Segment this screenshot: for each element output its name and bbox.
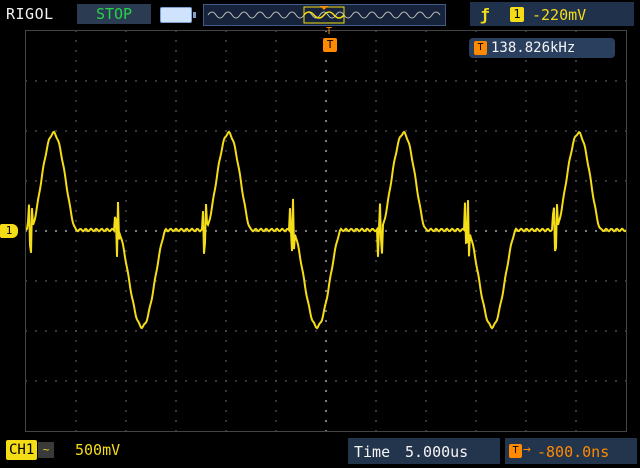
arrow-right-icon: → <box>523 442 531 457</box>
trigger-level-value: -220mV <box>532 6 587 24</box>
volts-per-div: 500mV <box>75 441 121 459</box>
trigger-source-badge: 1 <box>510 7 524 22</box>
bottom-status-bar: CH1 ~ 500mV Time 5.000us T → -800.0ns <box>0 436 640 468</box>
frequency-value: 138.826kHz <box>491 40 576 56</box>
battery-icon <box>160 7 196 23</box>
trigger-icon: T <box>474 41 487 55</box>
run-stop-status[interactable]: STOP <box>77 4 151 24</box>
trigger-offset-value: -800.0ns <box>537 443 610 461</box>
timebase-panel[interactable]: Time 5.000us <box>348 438 500 464</box>
frequency-readout: T 138.826kHz <box>469 38 615 58</box>
waveform-display[interactable] <box>25 30 627 432</box>
trigger-icon: T <box>323 38 337 52</box>
rising-edge-icon: ƒ <box>480 5 490 24</box>
top-status-bar: RIGOL STOP ƒ 1 -220mV <box>0 0 640 30</box>
channel1-label[interactable]: CH1 <box>6 440 38 460</box>
trigger-offset-panel[interactable]: T → -800.0ns <box>505 438 637 464</box>
trigger-settings-panel[interactable]: ƒ 1 -220mV <box>470 2 634 26</box>
waveform-preview-icon <box>207 6 441 24</box>
time-per-div: 5.000us <box>405 443 469 461</box>
trigger-position-marker[interactable]: T T <box>316 26 344 62</box>
trigger-icon: T <box>509 444 522 458</box>
memory-depth-bar[interactable] <box>203 4 446 26</box>
ac-coupling-icon: ~ <box>38 442 54 458</box>
channel1-ground-marker[interactable]: 1 <box>0 224 18 238</box>
time-label: Time <box>354 443 391 461</box>
trigger-position-letter: T <box>326 26 333 37</box>
brand-label: RIGOL <box>6 5 54 23</box>
